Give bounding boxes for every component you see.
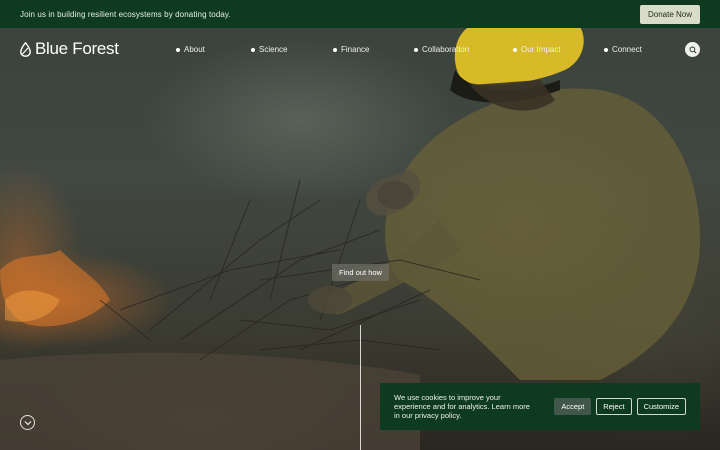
leaf-icon	[20, 41, 31, 57]
nav-label: About	[184, 45, 205, 54]
customize-cookies-button[interactable]: Customize	[636, 398, 686, 415]
reject-cookies-button[interactable]: Reject	[596, 398, 632, 415]
nav-item-our-impact[interactable]: Our Impact	[513, 45, 561, 54]
search-button[interactable]	[685, 42, 700, 57]
chevron-down-icon	[24, 420, 31, 425]
nav-item-finance[interactable]: Finance	[333, 45, 369, 54]
nav-label: Connect	[612, 45, 642, 54]
find-out-how-button[interactable]: Find out how	[332, 264, 389, 281]
nav-bullet	[176, 47, 180, 52]
nav-label: Science	[259, 45, 288, 54]
nav-bullet	[333, 47, 337, 52]
search-icon	[689, 46, 697, 54]
nav-bullet	[251, 47, 255, 52]
cookie-actions: Accept Reject Customize	[554, 398, 686, 415]
nav-bullet	[604, 47, 608, 52]
logo-text: Blue Forest	[35, 39, 119, 58]
scroll-guide-line	[360, 325, 361, 450]
nav-item-science[interactable]: Science	[251, 45, 287, 54]
nav-bullet	[513, 47, 517, 52]
nav-label: Finance	[341, 45, 370, 54]
donate-now-button[interactable]: Donate Now	[639, 4, 700, 24]
accept-cookies-button[interactable]: Accept	[554, 398, 592, 415]
nav-label: Our Impact	[521, 45, 561, 54]
nav-item-collaboration[interactable]: Collaboration	[414, 45, 469, 54]
scroll-down-button[interactable]	[20, 415, 35, 430]
cookie-text: We use cookies to improve your experienc…	[394, 393, 530, 420]
donation-banner: Join us in building resilient ecosystems…	[0, 0, 720, 28]
nav-bullet	[414, 47, 418, 52]
nav-label: Collaboration	[422, 45, 470, 54]
nav-item-about[interactable]: About	[176, 45, 205, 54]
site-header: Blue Forest About Science Finance Collab…	[0, 28, 720, 70]
cookie-consent-banner: We use cookies to improve your experienc…	[380, 383, 700, 430]
logo[interactable]: Blue Forest	[20, 39, 119, 59]
nav-item-connect[interactable]: Connect	[604, 45, 642, 54]
banner-text: Join us in building resilient ecosystems…	[20, 9, 231, 19]
